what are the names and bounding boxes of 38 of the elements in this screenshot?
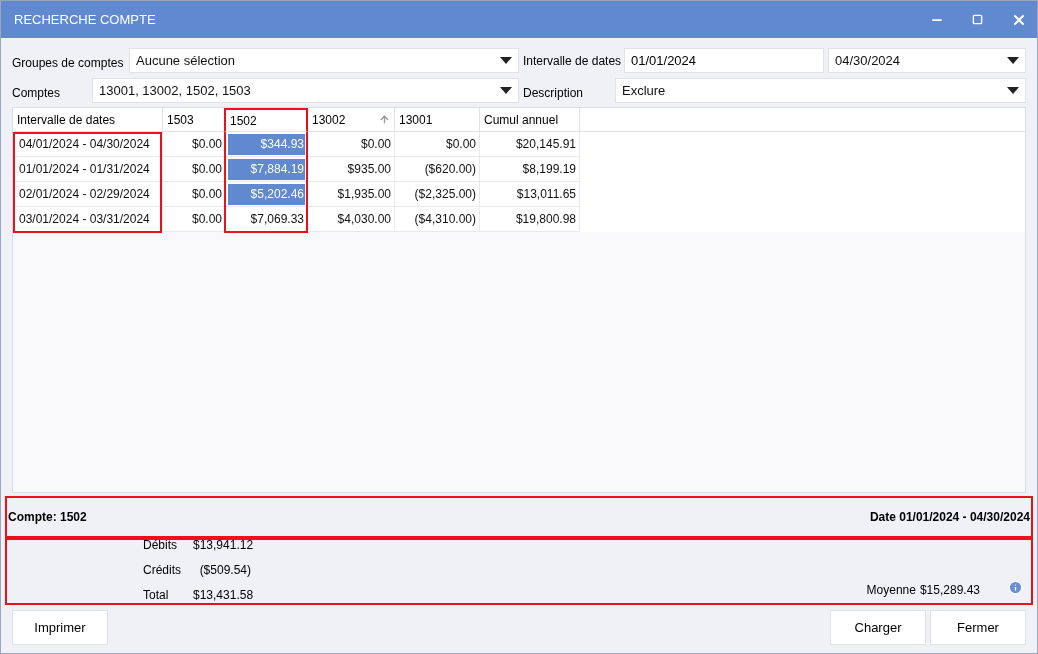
action-button[interactable]: Charger <box>830 610 926 645</box>
stat-value: $13,941.12 <box>193 536 251 554</box>
field-label: Comptes <box>12 84 62 102</box>
end-date-dropdown[interactable]: 04/30/2024 <box>828 48 1026 73</box>
table-cell[interactable]: $7,884.19 <box>228 158 305 180</box>
stat-label: Crédits <box>143 561 182 579</box>
action-button[interactable]: Fermer <box>930 610 1026 645</box>
description-dropdown[interactable]: Exclure <box>615 78 1026 103</box>
average-label: Moyenne <box>866 581 916 599</box>
field-label: Intervalle de dates <box>523 52 623 70</box>
accounts-dropdown[interactable]: 13001, 13002, 1502, 1503 <box>92 78 519 103</box>
dropdown-caret-icon <box>1007 86 1019 95</box>
stat-value: $13,431.58 <box>193 586 251 604</box>
dropdown-caret-icon <box>500 56 512 65</box>
average-value: $15,289.43 <box>919 581 980 599</box>
stat-label: Total <box>143 586 170 604</box>
window-title: RECHERCHE COMPTE <box>14 10 156 29</box>
groups-dropdown[interactable]: Aucune sélection <box>129 48 519 73</box>
start-date-field[interactable]: 01/01/2024 <box>624 48 824 73</box>
print-button[interactable]: Imprimer <box>12 610 108 645</box>
date-label: Date 01/01/2024 - 04/30/2024 <box>869 509 1030 526</box>
column-header[interactable]: 1502 <box>224 108 308 132</box>
table-cell[interactable]: $5,202.46 <box>228 183 305 205</box>
dropdown-caret-icon <box>500 86 512 95</box>
account-label: Compte: 1502 <box>8 509 87 526</box>
column-header[interactable]: 13001 <box>395 108 480 132</box>
maximize-icon[interactable] <box>972 14 983 25</box>
dropdown-caret-icon <box>1007 56 1019 65</box>
column-header[interactable]: 13002 <box>308 108 395 132</box>
field-label: Description <box>523 84 585 102</box>
table-cell[interactable]: $344.93 <box>228 133 305 155</box>
info-icon[interactable] <box>1008 580 1023 595</box>
field-label: Groupes de comptes <box>12 54 125 72</box>
column-header[interactable]: Intervalle de dates <box>13 108 163 132</box>
column-header[interactable]: Cumul annuel <box>480 108 580 132</box>
stat-value: ($509.54) <box>198 561 251 579</box>
column-header[interactable]: 1503 <box>163 108 226 132</box>
stat-label: Débits <box>143 536 178 554</box>
